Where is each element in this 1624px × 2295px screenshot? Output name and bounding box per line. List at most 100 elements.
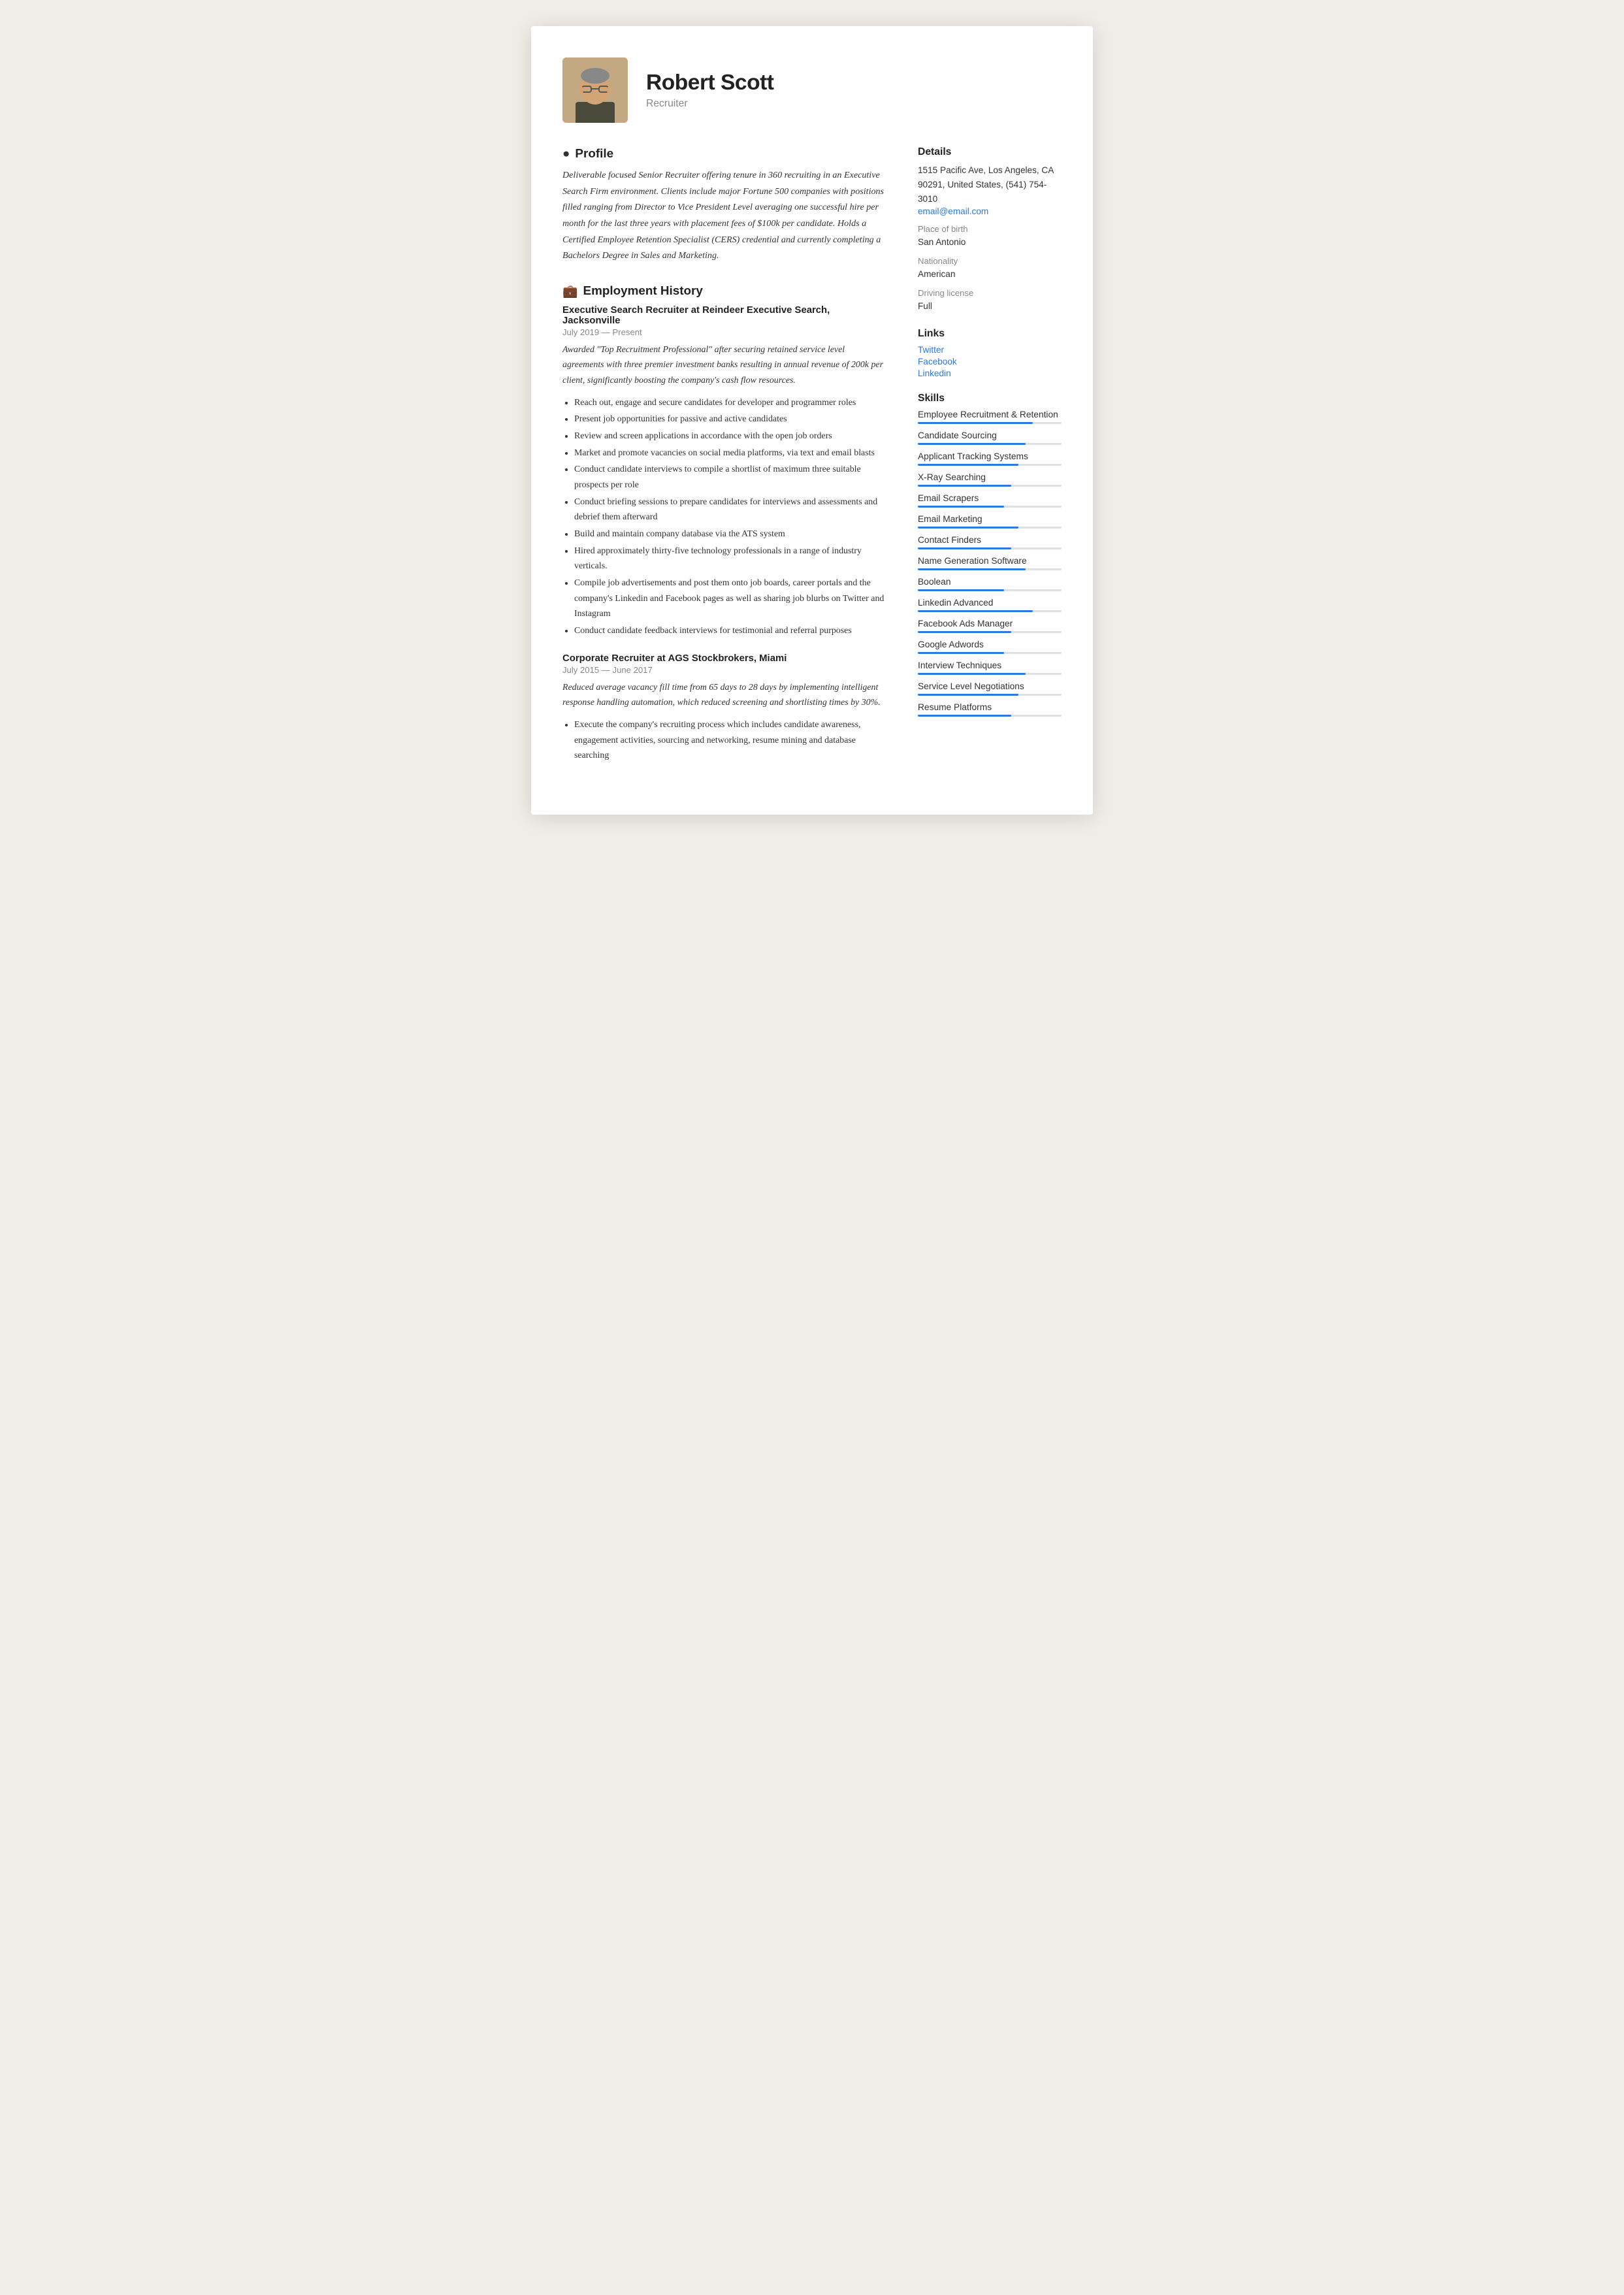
employment-section: 💼 Employment History Executive Search Re… [562,284,886,764]
skill-bar-bg [918,506,1062,508]
bullet-item: Market and promote vacancies on social m… [574,446,886,461]
skill-name: Employee Recruitment & Retention [918,410,1062,419]
skill-name: Email Scrapers [918,493,1062,503]
skill-bar-bg [918,631,1062,633]
skill-item: Candidate Sourcing [918,431,1062,445]
skills-section: Skills Employee Recruitment & Retention … [918,393,1062,717]
skill-bar-bg [918,694,1062,696]
skill-name: Name Generation Software [918,556,1062,566]
skill-bar-bg [918,673,1062,675]
skill-item: X-Ray Searching [918,472,1062,487]
skill-item: Email Marketing [918,514,1062,529]
skill-bar-bg [918,443,1062,445]
job-date-2: July 2015 — June 2017 [562,665,886,675]
email-link[interactable]: email@email.com [918,206,988,216]
bullet-item: Conduct briefing sessions to prepare can… [574,495,886,525]
candidate-subtitle: Recruiter [646,98,773,110]
skill-bar-fill [918,443,1026,445]
skill-bar-fill [918,422,1033,424]
skill-bar-bg [918,715,1062,717]
skill-item: Resume Platforms [918,702,1062,717]
employment-icon: 💼 [562,284,577,299]
skill-name: Contact Finders [918,535,1062,545]
skill-bar-fill [918,589,1004,591]
candidate-name: Robert Scott [646,71,773,95]
skill-item: Interview Techniques [918,660,1062,675]
bullet-item: Execute the company's recruiting process… [574,717,886,764]
nationality-value: American [918,267,1062,282]
skill-name: Email Marketing [918,514,1062,524]
details-title: Details [918,146,1062,158]
bullet-item: Build and maintain company database via … [574,527,886,542]
skill-bar-bg [918,589,1062,591]
skills-title: Skills [918,393,1062,404]
job-title-1: Executive Search Recruiter at Reindeer E… [562,305,886,326]
skill-bar-fill [918,631,1011,633]
job-summary-2: Reduced average vacancy fill time from 6… [562,680,886,711]
bullet-item: Review and screen applications in accord… [574,429,886,444]
skill-item: Employee Recruitment & Retention [918,410,1062,424]
links-section: Links Twitter Facebook Linkedin [918,328,1062,378]
skill-bar-bg [918,652,1062,654]
left-column: ● Profile Deliverable focused Senior Rec… [562,146,886,783]
profile-section-title: ● Profile [562,146,886,161]
skill-bar-fill [918,464,1018,466]
skill-bar-bg [918,610,1062,612]
job-title-2: Corporate Recruiter at AGS Stockbrokers,… [562,653,886,664]
job-block-2: Corporate Recruiter at AGS Stockbrokers,… [562,653,886,764]
bullet-item: Present job opportunities for passive an… [574,412,886,427]
skill-bar-fill [918,673,1026,675]
skill-item: Boolean [918,577,1062,591]
skill-bar-fill [918,694,1018,696]
link-facebook[interactable]: Facebook [918,357,1062,366]
bullet-item: Conduct candidate feedback interviews fo… [574,623,886,639]
skill-bar-bg [918,485,1062,487]
job-summary-1: Awarded "Top Recruitment Professional" a… [562,342,886,389]
skill-bar-fill [918,527,1018,529]
profile-text: Deliverable focused Senior Recruiter off… [562,167,886,264]
main-layout: ● Profile Deliverable focused Senior Rec… [562,146,1062,783]
skill-bar-fill [918,715,1011,717]
skill-item: Email Scrapers [918,493,1062,508]
skill-bar-bg [918,422,1062,424]
skill-item: Name Generation Software [918,556,1062,570]
job-bullets-2: Execute the company's recruiting process… [562,717,886,764]
skill-name: Service Level Negotiations [918,681,1062,691]
profile-icon: ● [562,146,570,161]
skill-name: Google Adwords [918,640,1062,649]
details-section: Details 1515 Pacific Ave, Los Angeles, C… [918,146,1062,314]
skill-item: Linkedin Advanced [918,598,1062,612]
place-of-birth-value: San Antonio [918,235,1062,250]
skill-name: Candidate Sourcing [918,431,1062,440]
skill-bar-fill [918,547,1011,549]
nationality-label: Nationality [918,256,1062,266]
skill-item: Facebook Ads Manager [918,619,1062,633]
link-linkedin[interactable]: Linkedin [918,368,1062,378]
job-block-1: Executive Search Recruiter at Reindeer E… [562,305,886,639]
job-bullets-1: Reach out, engage and secure candidates … [562,395,886,639]
skills-container: Employee Recruitment & Retention Candida… [918,410,1062,717]
skill-item: Service Level Negotiations [918,681,1062,696]
link-twitter[interactable]: Twitter [918,345,1062,355]
skill-name: Boolean [918,577,1062,587]
header: Robert Scott Recruiter [562,57,1062,123]
bullet-item: Conduct candidate interviews to compile … [574,462,886,493]
driving-license-label: Driving license [918,288,1062,298]
skill-name: X-Ray Searching [918,472,1062,482]
employment-section-title: 💼 Employment History [562,284,886,299]
skill-bar-fill [918,610,1033,612]
bullet-item: Compile job advertisements and post them… [574,576,886,622]
bullet-item: Hired approximately thirty-five technolo… [574,544,886,574]
skill-bar-bg [918,527,1062,529]
skill-item: Applicant Tracking Systems [918,451,1062,466]
skill-bar-fill [918,568,1026,570]
bullet-item: Reach out, engage and secure candidates … [574,395,886,411]
resume-card: Robert Scott Recruiter ● Profile Deliver… [531,26,1093,815]
skill-item: Contact Finders [918,535,1062,549]
skill-bar-bg [918,547,1062,549]
skill-bar-fill [918,485,1011,487]
avatar [562,57,628,123]
skill-name: Resume Platforms [918,702,1062,712]
skill-name: Facebook Ads Manager [918,619,1062,628]
right-column: Details 1515 Pacific Ave, Los Angeles, C… [918,146,1062,783]
